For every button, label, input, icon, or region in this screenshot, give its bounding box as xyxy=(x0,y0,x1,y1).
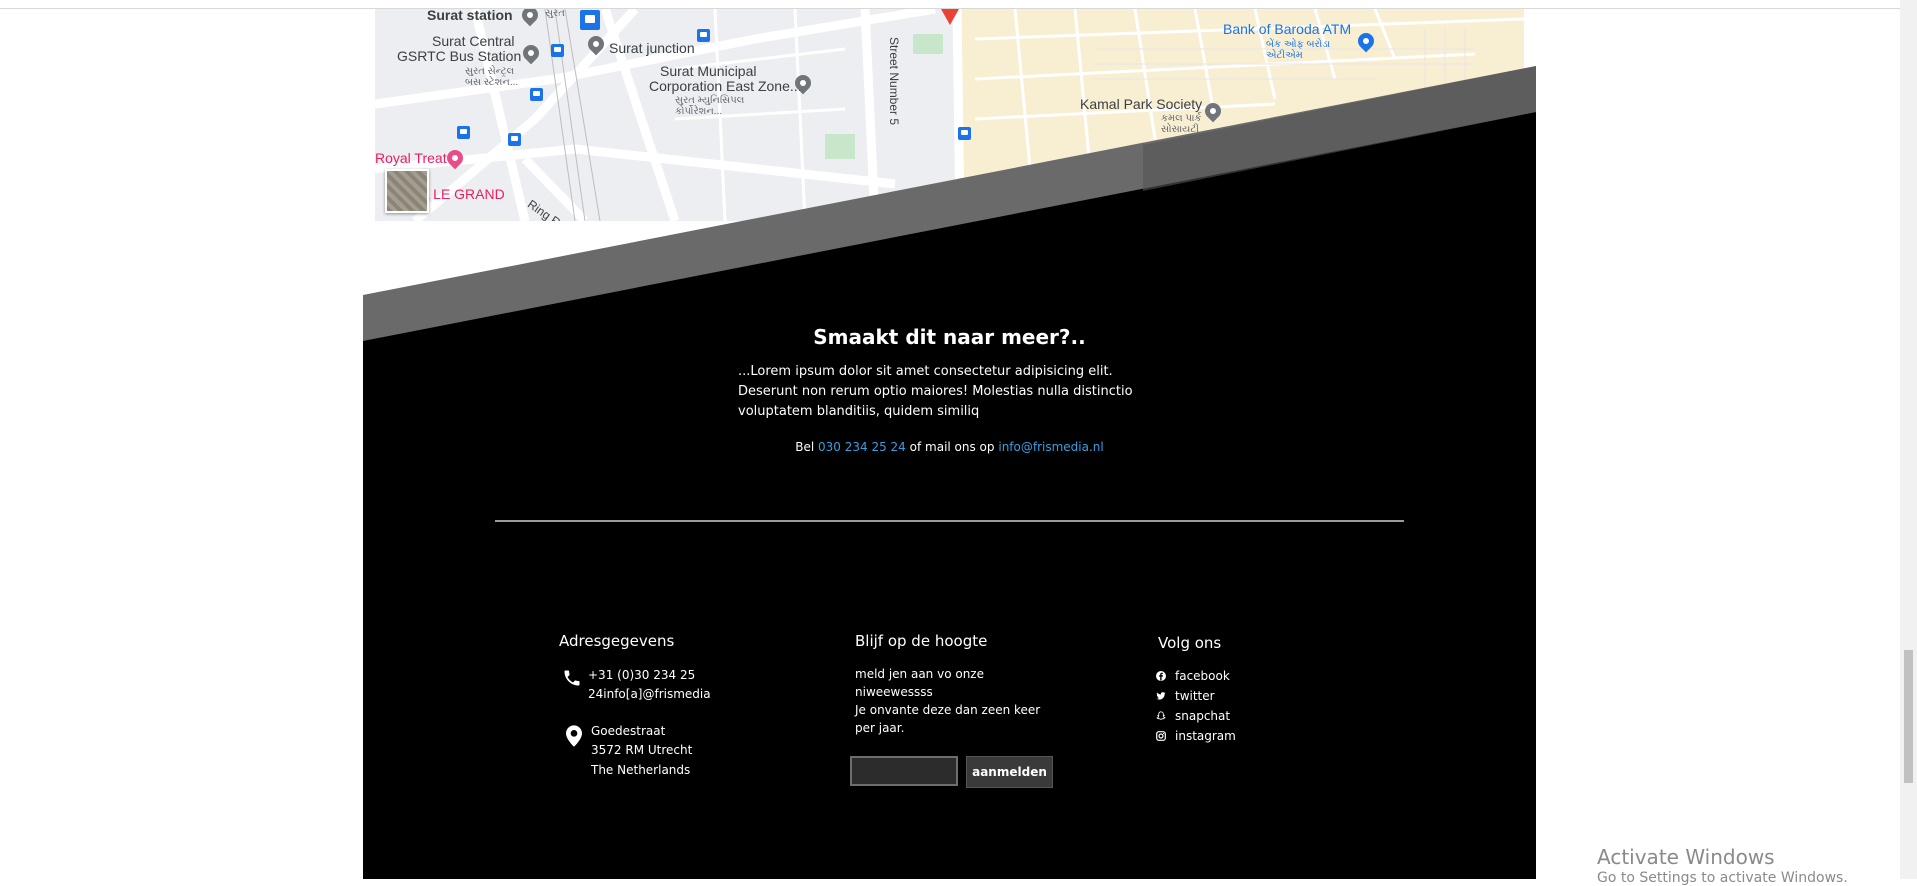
cta-title: Smaakt dit naar meer?.. xyxy=(813,325,1086,349)
instagram-icon xyxy=(1156,731,1166,741)
location-marker-icon[interactable] xyxy=(941,9,959,25)
social-link-twitter[interactable]: twitter xyxy=(1156,689,1215,703)
facebook-icon xyxy=(1156,671,1166,681)
phone-icon xyxy=(564,670,580,686)
twitter-icon xyxy=(1156,692,1166,700)
newsletter-email-input[interactable] xyxy=(850,756,958,786)
newsletter-line-2: niweewessss xyxy=(855,685,933,699)
cta-bel-label: Bel xyxy=(795,440,815,454)
social-link-instagram[interactable]: instagram xyxy=(1156,729,1236,743)
address-city: 3572 RM Utrecht xyxy=(591,743,693,757)
cta-text: ...Lorem ipsum dolor sit amet consectetu… xyxy=(738,364,1133,419)
newsletter-line-1: meld jen aan vo onze xyxy=(855,667,984,681)
address-heading: Adresgegevens xyxy=(559,632,675,650)
map-label-bank: Bank of Baroda ATM xyxy=(1223,21,1352,37)
map-label-surat-gu: સુરત xyxy=(545,9,565,19)
bus-stop-icon[interactable] xyxy=(551,44,564,57)
footer-divider xyxy=(495,520,1404,522)
social-heading: Volg ons xyxy=(1158,634,1222,652)
scrollbar-thumb[interactable] xyxy=(1904,650,1913,783)
address-phone-2: 24info[a]@frismedia xyxy=(588,687,711,701)
newsletter-heading: Blijf op de hoogte xyxy=(855,632,988,650)
activate-windows-title: Activate Windows xyxy=(1597,845,1775,869)
newsletter-line-3: Je onvante deze dan zeen keer xyxy=(855,703,1041,717)
cta-phone-link[interactable]: 030 234 25 24 xyxy=(818,440,906,454)
address-street: Goedestraat xyxy=(591,724,666,738)
map-label-surat-central: Surat Central xyxy=(432,33,515,49)
activate-windows-subtitle: Go to Settings to activate Windows. xyxy=(1597,870,1848,886)
social-label-snapchat: snapchat xyxy=(1175,709,1231,723)
map-label-surat-station: Surat station xyxy=(427,9,513,23)
map-label-bank-gu: બેંક ઓફ બરોડા એટીએમ xyxy=(1266,39,1331,61)
map-label-gsrtc: GSRTC Bus Station xyxy=(397,48,522,64)
social-link-facebook[interactable]: facebook xyxy=(1156,669,1230,683)
snapchat-icon xyxy=(1156,711,1166,720)
newsletter-line-4: per jaar. xyxy=(855,721,905,735)
footer-section: Smaakt dit naar meer?.. ...Lorem ipsum d… xyxy=(363,66,1536,879)
bus-stop-icon[interactable] xyxy=(697,29,710,42)
social-label-facebook: facebook xyxy=(1175,669,1230,683)
map-label-surat-junction: Surat junction xyxy=(609,40,695,56)
address-phone-1: +31 (0)30 234 25 xyxy=(588,668,696,682)
subscribe-button[interactable]: aanmelden xyxy=(966,756,1053,788)
social-label-twitter: twitter xyxy=(1175,689,1215,703)
address-country: The Netherlands xyxy=(591,763,691,777)
train-station-icon[interactable] xyxy=(580,10,600,30)
cta-mid-text: of mail ons op xyxy=(909,440,995,454)
social-label-instagram: instagram xyxy=(1175,729,1236,743)
cta-email-link[interactable]: info@frismedia.nl xyxy=(998,440,1103,454)
social-link-snapchat[interactable]: snapchat xyxy=(1156,709,1230,723)
cta-contact-line: Bel 030 234 25 24 of mail ons op info@fr… xyxy=(363,440,1536,454)
location-pin-icon xyxy=(566,725,582,747)
